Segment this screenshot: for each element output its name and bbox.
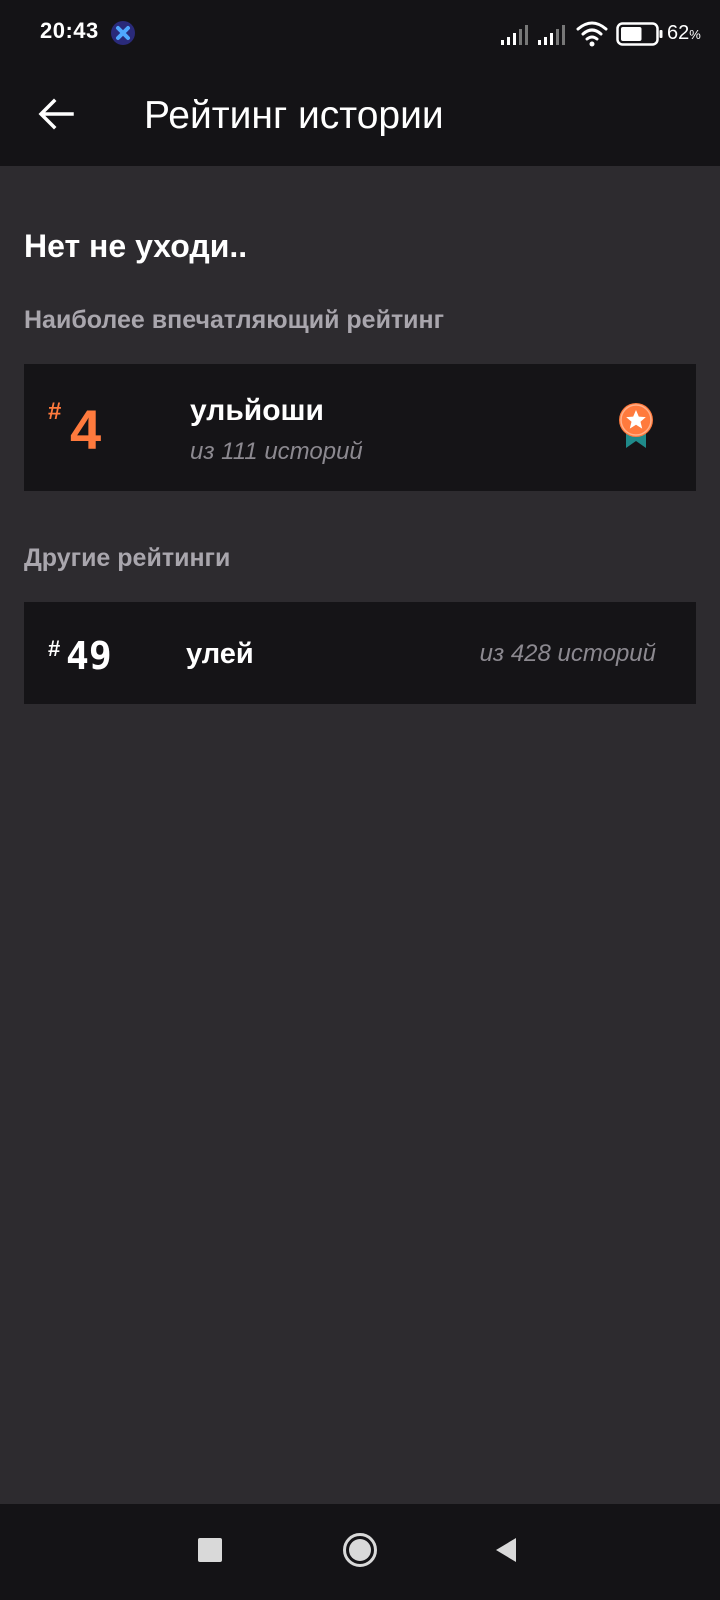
status-bar: 20:43 62% xyxy=(0,0,720,66)
heading: Нет не уходи.. xyxy=(24,228,248,264)
app-bar: Рейтинг истории xyxy=(0,66,720,166)
app-notification-icon xyxy=(110,20,136,46)
status-time: 20:43 xyxy=(40,18,99,43)
back-triangle-icon xyxy=(494,1536,518,1569)
rank-hash: # xyxy=(48,398,62,425)
story-count: из 111 историй xyxy=(190,438,363,465)
section-title-other-ratings: Другие рейтинги xyxy=(24,544,231,572)
recents-button[interactable] xyxy=(190,1532,230,1572)
other-rating-card[interactable]: # 49 улей из 428 историй xyxy=(24,602,696,704)
battery-icon xyxy=(616,22,664,46)
story-count: из 428 историй xyxy=(479,640,656,667)
rank-number: 49 xyxy=(66,634,112,678)
back-button[interactable] xyxy=(28,88,84,144)
signal-icon xyxy=(500,24,530,46)
battery-percent: 62% xyxy=(667,22,701,45)
story-name: улей xyxy=(186,638,254,670)
rank-number: 4 xyxy=(70,398,102,461)
home-circle-icon xyxy=(342,1532,378,1573)
nav-back-button[interactable] xyxy=(486,1532,526,1572)
story-name: ульйоши xyxy=(190,394,325,427)
recents-square-icon xyxy=(198,1537,222,1567)
navigation-bar xyxy=(0,1504,720,1600)
section-title-top-rating: Наиболее впечатляющий рейтинг xyxy=(24,306,445,334)
top-rating-card[interactable]: # 4 ульйоши из 111 историй xyxy=(24,364,696,491)
signal-icon xyxy=(537,24,567,46)
page-title: Рейтинг истории xyxy=(144,94,444,137)
arrow-left-icon xyxy=(38,98,74,135)
medal-icon xyxy=(616,402,656,450)
wifi-icon xyxy=(576,20,608,48)
home-button[interactable] xyxy=(340,1532,380,1572)
battery-percent-unit: % xyxy=(689,27,701,42)
battery-percent-value: 62 xyxy=(667,22,690,44)
rank-hash: # xyxy=(48,636,61,661)
